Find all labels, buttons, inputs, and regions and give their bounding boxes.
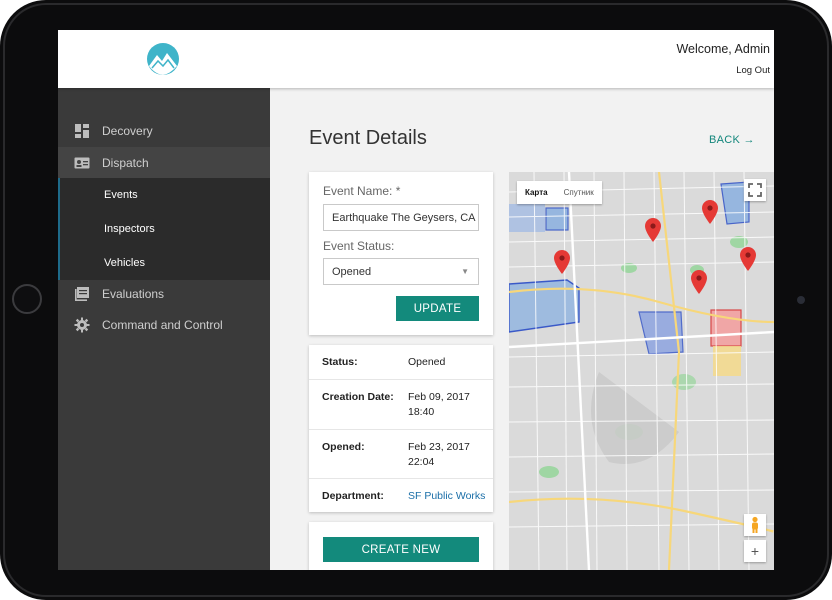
map-type-toggle: Карта Спутник xyxy=(517,181,602,204)
sidebar-subitem-vehicles[interactable]: Vehicles xyxy=(60,246,270,280)
sidebar-item-label: Evaluations xyxy=(102,286,165,301)
app-logo-icon xyxy=(147,43,179,75)
opened-row: Opened: Feb 23, 2017 22:04 xyxy=(309,429,493,478)
map-tiles xyxy=(509,172,774,570)
creation-date-value: Feb 09, 2017 xyxy=(408,391,470,403)
welcome-text: Welcome, Admin xyxy=(676,42,770,56)
creation-time-value: 18:40 xyxy=(408,406,435,418)
event-name-label: Event Name: * xyxy=(323,184,401,198)
update-button[interactable]: UPDATE xyxy=(396,296,479,321)
sidebar-subitem-label: Inspectors xyxy=(104,223,155,235)
fullscreen-button[interactable] xyxy=(744,179,766,201)
opened-time-value: 22:04 xyxy=(408,456,435,468)
event-name-input[interactable]: Earthquake The Geysers, CA xyxy=(323,204,479,231)
main-content: Event Details BACK → Event Name: * Earth… xyxy=(270,88,774,570)
back-link[interactable]: BACK → xyxy=(709,134,755,146)
map-marker[interactable] xyxy=(740,247,756,271)
event-status-select[interactable]: Opened ▼ xyxy=(323,258,479,285)
create-new-button[interactable]: CREATE NEW xyxy=(323,537,479,562)
library-icon xyxy=(75,286,89,301)
map-type-satellite[interactable]: Спутник xyxy=(556,181,602,204)
zoom-in-button[interactable]: + xyxy=(744,540,766,562)
status-row: Status: Opened xyxy=(309,345,493,379)
sidebar-item-evaluations[interactable]: Evaluations xyxy=(58,278,270,309)
create-new-card: CREATE NEW xyxy=(309,522,493,570)
sidebar-item-label: Command and Control xyxy=(102,317,223,332)
id-card-icon xyxy=(74,157,90,168)
event-info-card: Status: Opened Creation Date: Feb 09, 20… xyxy=(309,345,493,512)
sidebar-subitem-label: Vehicles xyxy=(104,257,145,269)
sidebar-subitem-events[interactable]: Events xyxy=(60,178,270,212)
opened-date-value: Feb 23, 2017 xyxy=(408,441,470,453)
dashboard-icon xyxy=(75,123,89,138)
page-title: Event Details xyxy=(309,127,427,149)
department-key: Department: xyxy=(322,490,384,502)
sidebar: Decovery Dispatch Events Inspectors Vehi… xyxy=(58,88,270,570)
front-camera xyxy=(797,296,805,304)
tablet-frame: Welcome, Admin Log Out Decovery Dispatch… xyxy=(0,0,832,600)
map-marker[interactable] xyxy=(554,250,570,274)
status-value: Opened xyxy=(408,356,446,368)
sidebar-item-label: Dispatch xyxy=(102,155,149,170)
department-row: Department: SF Public Works xyxy=(309,478,493,512)
opened-key: Opened: xyxy=(322,441,365,453)
map-marker[interactable] xyxy=(691,270,707,294)
fullscreen-icon xyxy=(748,183,762,197)
event-status-value: Opened xyxy=(332,265,372,278)
map-marker[interactable] xyxy=(645,218,661,242)
sidebar-subitem-inspectors[interactable]: Inspectors xyxy=(60,212,270,246)
sidebar-item-label: Decovery xyxy=(102,123,153,138)
sidebar-item-dispatch[interactable]: Dispatch xyxy=(58,147,270,178)
sidebar-item-command-and-control[interactable]: Command and Control xyxy=(58,309,270,340)
creation-date-row: Creation Date: Feb 09, 2017 18:40 xyxy=(309,379,493,429)
event-form-card: Event Name: * Earthquake The Geysers, CA… xyxy=(309,172,493,335)
creation-date-key: Creation Date: xyxy=(322,391,394,403)
sidebar-subitem-label: Events xyxy=(104,189,138,201)
gear-icon xyxy=(74,317,90,332)
dispatch-submenu: Events Inspectors Vehicles xyxy=(58,178,270,280)
status-key: Status: xyxy=(322,356,358,368)
app-screen: Welcome, Admin Log Out Decovery Dispatch… xyxy=(58,30,774,570)
top-header: Welcome, Admin Log Out xyxy=(58,30,774,88)
home-button[interactable] xyxy=(12,284,42,314)
pegman-icon xyxy=(752,516,758,533)
street-view-button[interactable] xyxy=(744,514,766,536)
event-status-label: Event Status: xyxy=(323,239,395,253)
department-link[interactable]: SF Public Works xyxy=(408,489,485,504)
map-type-map[interactable]: Карта xyxy=(517,181,556,204)
sidebar-item-decovery[interactable]: Decovery xyxy=(58,115,270,146)
caret-down-icon: ▼ xyxy=(461,267,469,276)
map-marker[interactable] xyxy=(702,200,718,224)
logout-link[interactable]: Log Out xyxy=(736,65,770,76)
event-map[interactable]: Карта Спутник + xyxy=(509,172,774,570)
